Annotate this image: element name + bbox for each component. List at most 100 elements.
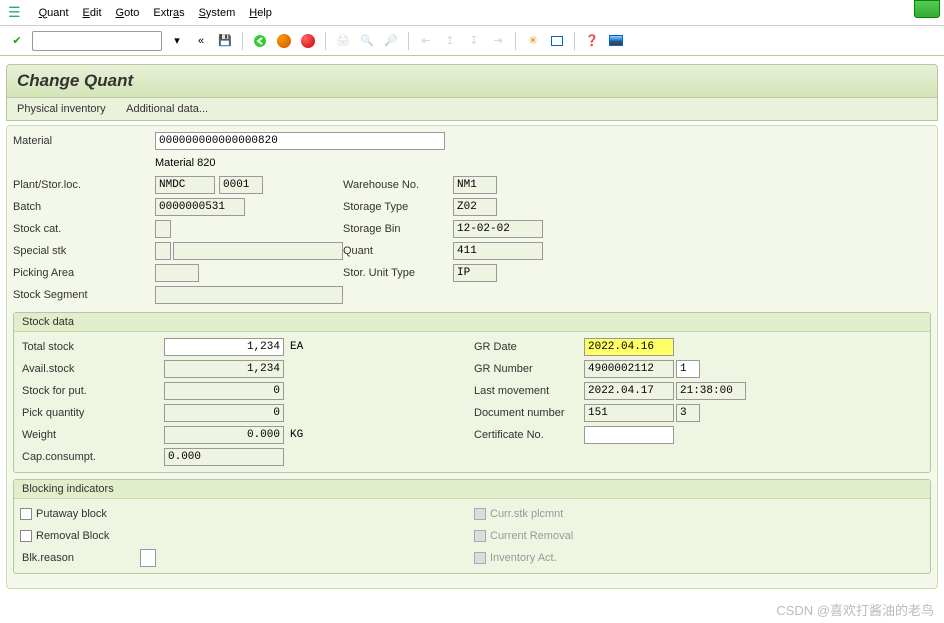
storage-bin-field[interactable] bbox=[453, 220, 543, 238]
page-title: Change Quant bbox=[17, 71, 927, 91]
cert-no-field[interactable] bbox=[584, 426, 674, 444]
curr-removal-checkbox bbox=[474, 530, 486, 542]
doc-number-field[interactable] bbox=[584, 404, 674, 422]
label-gr-number: GR Number bbox=[474, 363, 584, 375]
toolbar: ✔ ▾ « 💾 🖨 🔍 🔎 ⇤ ↥ ↧ ⇥ ✳ ❓ bbox=[0, 26, 944, 56]
label-curr-stk: Curr.stk plcmnt bbox=[490, 508, 563, 520]
label-gr-date: GR Date bbox=[474, 341, 584, 353]
separator bbox=[408, 32, 409, 50]
label-total-stock: Total stock bbox=[20, 341, 164, 353]
label-last-movement: Last movement bbox=[474, 385, 584, 397]
label-cert-no: Certificate No. bbox=[474, 429, 584, 441]
tab-additional-data[interactable]: Additional data... bbox=[126, 103, 208, 115]
help-icon[interactable]: ❓ bbox=[583, 32, 601, 50]
label-avail-stock: Avail.stock bbox=[20, 363, 164, 375]
menu-system[interactable]: System bbox=[199, 7, 236, 19]
separator bbox=[574, 32, 575, 50]
last-movement-time-field[interactable] bbox=[676, 382, 746, 400]
label-removal-block: Removal Block bbox=[36, 530, 109, 542]
last-movement-date-field[interactable] bbox=[584, 382, 674, 400]
label-stock-segment: Stock Segment bbox=[11, 289, 155, 301]
pick-qty-field[interactable] bbox=[164, 404, 284, 422]
separator bbox=[242, 32, 243, 50]
page-first-icon: ⇤ bbox=[417, 32, 435, 50]
stock-data-box: Stock data Total stockEA Avail.stock Sto… bbox=[13, 312, 931, 473]
weight-field[interactable] bbox=[164, 426, 284, 444]
plant-field[interactable] bbox=[155, 176, 215, 194]
dropdown-icon[interactable]: ▾ bbox=[168, 32, 186, 50]
menu-goto[interactable]: Goto bbox=[116, 7, 140, 19]
special-stk-field[interactable] bbox=[155, 242, 171, 260]
total-stock-field[interactable] bbox=[164, 338, 284, 356]
stor-unit-type-field[interactable] bbox=[453, 264, 497, 282]
sub-tabs: Physical inventory Additional data... bbox=[6, 98, 938, 121]
find-icon: 🔍 bbox=[358, 32, 376, 50]
material-desc: Material 820 bbox=[155, 157, 216, 169]
label-quant: Quant bbox=[343, 245, 453, 257]
unit-kg: KG bbox=[290, 429, 303, 441]
doc-number-item-field[interactable] bbox=[676, 404, 700, 422]
find-next-icon: 🔎 bbox=[382, 32, 400, 50]
inventory-act-checkbox bbox=[474, 552, 486, 564]
label-cap-consumpt: Cap.consumpt. bbox=[20, 451, 164, 463]
material-field[interactable] bbox=[155, 132, 445, 150]
batch-field[interactable] bbox=[155, 198, 245, 216]
stock-put-field[interactable] bbox=[164, 382, 284, 400]
new-session-icon[interactable]: ✳ bbox=[524, 32, 542, 50]
watermark: CSDN @喜欢打酱油的老鸟 bbox=[776, 600, 934, 619]
cancel-icon[interactable] bbox=[299, 32, 317, 50]
label-plant: Plant/Stor.loc. bbox=[11, 179, 155, 191]
unit-ea: EA bbox=[290, 341, 303, 353]
label-weight: Weight bbox=[20, 429, 164, 441]
label-doc-number: Document number bbox=[474, 407, 584, 419]
form-area: Material Material 820 Plant/Stor.loc. Wa… bbox=[6, 125, 938, 589]
label-stor-unit-type: Stor. Unit Type bbox=[343, 267, 453, 279]
picking-area-field[interactable] bbox=[155, 264, 199, 282]
menu-edit[interactable]: Edit bbox=[83, 7, 102, 19]
label-putaway-block: Putaway block bbox=[36, 508, 107, 520]
blocking-title: Blocking indicators bbox=[14, 480, 930, 499]
enter-icon[interactable]: ✔ bbox=[8, 32, 26, 50]
gr-date-field[interactable] bbox=[584, 338, 674, 356]
warehouse-field[interactable] bbox=[453, 176, 497, 194]
label-stock-cat: Stock cat. bbox=[11, 223, 155, 235]
label-storage-type: Storage Type bbox=[343, 201, 453, 213]
stock-segment-field[interactable] bbox=[155, 286, 343, 304]
save-icon[interactable]: 💾 bbox=[216, 32, 234, 50]
menu-extras[interactable]: Extras bbox=[153, 7, 184, 19]
app-menu-icon[interactable]: ☰ bbox=[8, 4, 21, 21]
menu-quant[interactable]: Quant bbox=[39, 7, 69, 19]
separator bbox=[515, 32, 516, 50]
special-stk-desc-field[interactable] bbox=[173, 242, 343, 260]
storloc-field[interactable] bbox=[219, 176, 263, 194]
avail-stock-field[interactable] bbox=[164, 360, 284, 378]
menu-help[interactable]: Help bbox=[249, 7, 272, 19]
label-picking-area: Picking Area bbox=[11, 267, 155, 279]
command-field[interactable] bbox=[32, 31, 162, 51]
tab-physical-inventory[interactable]: Physical inventory bbox=[17, 103, 106, 115]
curr-stk-checkbox bbox=[474, 508, 486, 520]
first-page-icon[interactable]: « bbox=[192, 32, 210, 50]
back-icon[interactable] bbox=[251, 32, 269, 50]
label-pick-qty: Pick quantity bbox=[20, 407, 164, 419]
gr-number-item-field[interactable] bbox=[676, 360, 700, 378]
blocking-box: Blocking indicators Putaway block Remova… bbox=[13, 479, 931, 574]
label-blk-reason: Blk.reason bbox=[20, 552, 140, 564]
window-button[interactable] bbox=[914, 0, 940, 18]
stock-cat-field[interactable] bbox=[155, 220, 171, 238]
quant-field[interactable] bbox=[453, 242, 543, 260]
removal-block-checkbox[interactable] bbox=[20, 530, 32, 542]
layout-icon[interactable] bbox=[548, 32, 566, 50]
cap-consumpt-field[interactable] bbox=[164, 448, 284, 466]
label-curr-removal: Current Removal bbox=[490, 530, 573, 542]
local-layout-icon[interactable] bbox=[607, 32, 625, 50]
label-storage-bin: Storage Bin bbox=[343, 223, 453, 235]
gr-number-field[interactable] bbox=[584, 360, 674, 378]
blk-reason-field[interactable] bbox=[140, 549, 156, 567]
exit-icon[interactable] bbox=[275, 32, 293, 50]
page-up-icon: ↥ bbox=[441, 32, 459, 50]
storage-type-field[interactable] bbox=[453, 198, 497, 216]
title-band: Change Quant bbox=[6, 64, 938, 98]
putaway-block-checkbox[interactable] bbox=[20, 508, 32, 520]
page-down-icon: ↧ bbox=[465, 32, 483, 50]
